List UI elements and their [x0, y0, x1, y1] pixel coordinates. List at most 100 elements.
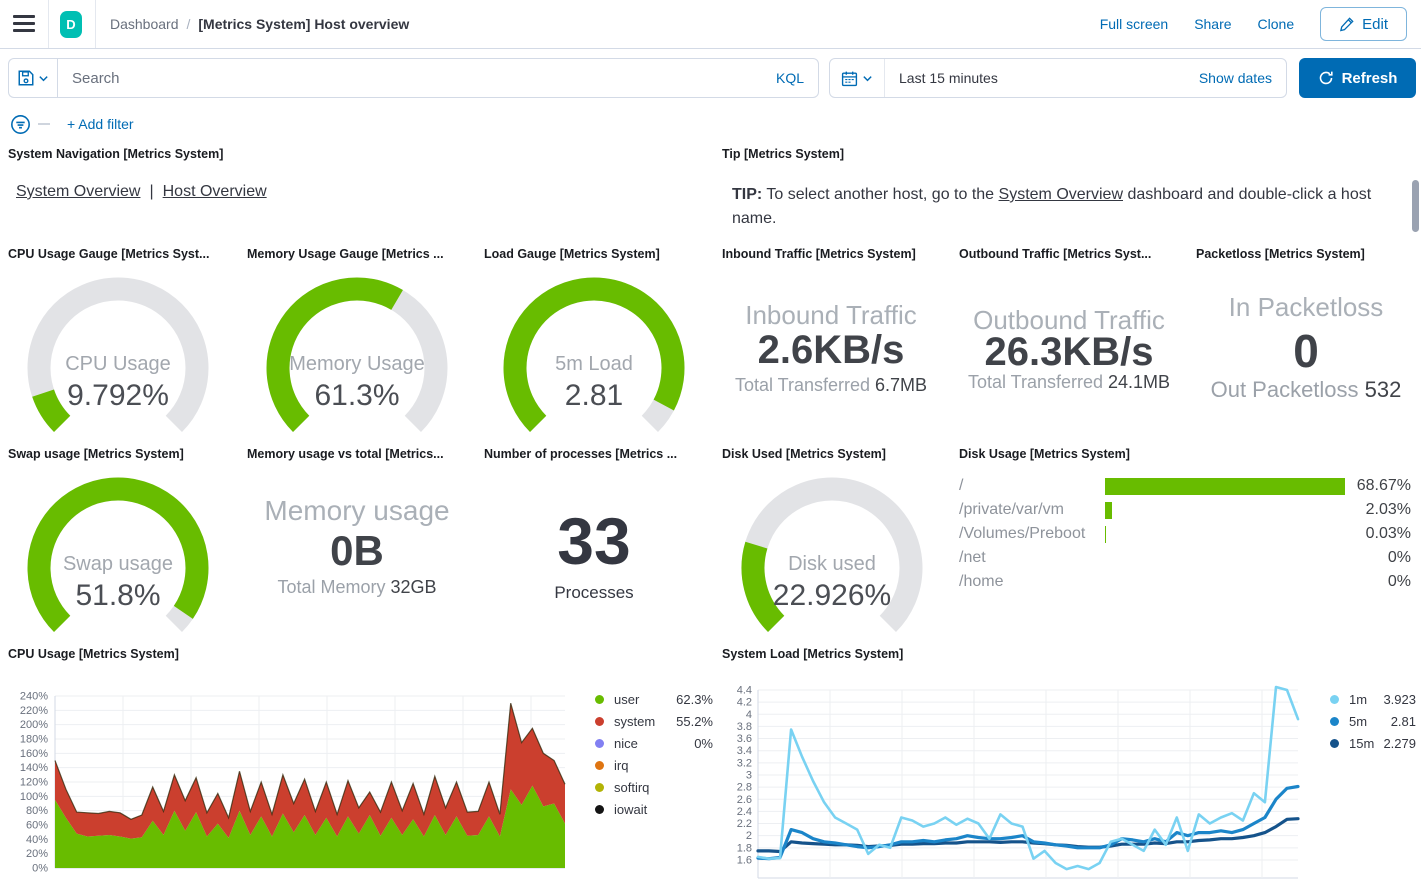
disk-bar-area: [1105, 478, 1345, 495]
packetloss-value: 0: [1191, 324, 1421, 378]
cpu-chart-legend: user 62.3% system 55.2% nice 0% irq soft…: [595, 688, 713, 820]
disk-usage-row: /net 0%: [959, 546, 1411, 570]
legend-name: 1m: [1349, 692, 1383, 707]
filter-icon[interactable]: [10, 114, 31, 135]
panel-title-inbound: Inbound Traffic [Metrics System]: [722, 247, 916, 261]
legend-dot: [595, 805, 604, 814]
legend-item-1m[interactable]: 1m 3.923: [1330, 688, 1416, 710]
disk-used-value: 22.926%: [722, 579, 942, 613]
legend-item-5m[interactable]: 5m 2.81: [1330, 710, 1416, 732]
legend-item-irq[interactable]: irq: [595, 754, 713, 776]
legend-dot: [1330, 695, 1339, 704]
disk-value: 0.03%: [1345, 525, 1411, 543]
legend-name: iowait: [614, 802, 713, 817]
svg-text:4: 4: [746, 709, 752, 721]
disk-usage-row: /Volumes/Preboot 0.03%: [959, 522, 1411, 546]
disk-bar: [1105, 526, 1106, 543]
disk-usage-list: / 68.67%/private/var/vm 2.03%/Volumes/Pr…: [959, 474, 1411, 594]
share-button[interactable]: Share: [1194, 16, 1231, 32]
disk-bar: [1105, 478, 1345, 495]
disk-mount-label: /Volumes/Preboot: [959, 525, 1105, 543]
disk-mount-label: /: [959, 477, 1105, 495]
svg-text:3.2: 3.2: [737, 757, 752, 769]
cpu-gauge-label: CPU Usage: [8, 353, 228, 376]
disk-bar-area: [1105, 574, 1345, 591]
svg-text:3.8: 3.8: [737, 721, 752, 733]
disk-used-gauge: Disk used 22.926%: [722, 472, 942, 642]
refresh-button-label: Refresh: [1342, 70, 1398, 87]
search-input[interactable]: [58, 70, 762, 87]
save-icon: [17, 69, 35, 87]
chevron-down-icon: [38, 73, 49, 84]
scrollbar-thumb[interactable]: [1412, 180, 1419, 232]
svg-text:0%: 0%: [32, 863, 48, 875]
packetloss-sub: Out Packetloss 532: [1176, 377, 1421, 403]
cpu-usage-chart: 0%20%40%60%80%100%120%140%160%180%200%22…: [14, 686, 574, 884]
legend-item-15m[interactable]: 15m 2.279: [1330, 732, 1416, 754]
svg-text:40%: 40%: [26, 834, 48, 846]
search-box: KQL: [57, 58, 819, 98]
legend-item-system[interactable]: system 55.2%: [595, 710, 713, 732]
refresh-button[interactable]: Refresh: [1299, 58, 1416, 98]
panel-title-tip: Tip [Metrics System]: [722, 147, 844, 161]
date-quick-menu-button[interactable]: [830, 59, 885, 97]
disk-mount-label: /private/var/vm: [959, 501, 1105, 519]
kibana-dashboard-page: D Dashboard / [Metrics System] Host over…: [0, 0, 1421, 886]
refresh-icon: [1318, 70, 1334, 86]
memory-usage-label: Memory usage: [242, 495, 472, 527]
panel-title-swap: Swap usage [Metrics System]: [8, 447, 184, 461]
legend-value: 2.279: [1383, 736, 1416, 751]
legend-value: 3.923: [1383, 692, 1416, 707]
clone-button[interactable]: Clone: [1258, 16, 1295, 32]
inbound-sub: Total Transferred 6.7MB: [701, 375, 961, 396]
svg-text:180%: 180%: [20, 734, 48, 746]
legend-value: 0%: [694, 736, 713, 751]
edit-button-label: Edit: [1362, 16, 1388, 33]
header-divider: [48, 0, 49, 48]
svg-text:3: 3: [746, 769, 752, 781]
tip-before: To select another host, go to the: [762, 186, 998, 203]
cpu-gauge-value: 9.792%: [8, 379, 228, 413]
legend-item-softirq[interactable]: softirq: [595, 776, 713, 798]
disk-bar-area: [1105, 550, 1345, 567]
disk-value: 68.67%: [1345, 477, 1411, 495]
legend-value: 62.3%: [676, 692, 713, 707]
legend-item-iowait[interactable]: iowait: [595, 798, 713, 820]
add-filter-button[interactable]: + Add filter: [67, 116, 134, 132]
link-host-overview[interactable]: Host Overview: [163, 183, 267, 200]
legend-name: softirq: [614, 780, 713, 795]
memory-usage-sub: Total Memory 32GB: [227, 577, 487, 598]
kql-toggle[interactable]: KQL: [762, 70, 818, 86]
legend-dot: [595, 761, 604, 770]
memory-usage-gauge: Memory Usage 61.3%: [247, 272, 467, 442]
legend-item-nice[interactable]: nice 0%: [595, 732, 713, 754]
panel-title-load-chart: System Load [Metrics System]: [722, 647, 903, 661]
saved-query-menu-button[interactable]: [8, 58, 57, 98]
panel-title-disk-usage: Disk Usage [Metrics System]: [959, 447, 1130, 461]
space-avatar[interactable]: D: [60, 11, 82, 38]
panel-title-cpu-chart: CPU Usage [Metrics System]: [8, 647, 179, 661]
edit-button[interactable]: Edit: [1320, 7, 1407, 41]
tip-text: TIP: To select another host, go to the S…: [732, 183, 1400, 231]
svg-text:2.4: 2.4: [737, 806, 752, 818]
breadcrumb: Dashboard / [Metrics System] Host overvi…: [110, 0, 409, 48]
tip-link-system-overview[interactable]: System Overview: [999, 186, 1123, 203]
show-dates-button[interactable]: Show dates: [1185, 70, 1286, 86]
time-range-value[interactable]: Last 15 minutes: [885, 70, 1185, 86]
swap-gauge-value: 51.8%: [8, 579, 228, 613]
load-gauge-label: 5m Load: [484, 353, 704, 376]
menu-icon[interactable]: [13, 15, 35, 32]
panel-title-system-navigation: System Navigation [Metrics System]: [8, 147, 223, 161]
legend-name: system: [614, 714, 676, 729]
panel-title-memory-vs-total: Memory usage vs total [Metrics...: [247, 447, 444, 461]
full-screen-button[interactable]: Full screen: [1100, 16, 1168, 32]
link-system-overview[interactable]: System Overview: [16, 183, 140, 200]
date-picker: Last 15 minutes Show dates: [829, 58, 1287, 98]
link-separator: |: [149, 183, 153, 200]
disk-usage-row: /home 0%: [959, 570, 1411, 594]
legend-item-user[interactable]: user 62.3%: [595, 688, 713, 710]
load-gauge: 5m Load 2.81: [484, 272, 704, 442]
breadcrumb-dashboard[interactable]: Dashboard: [110, 16, 179, 32]
pencil-icon: [1339, 17, 1354, 32]
disk-value: 0%: [1345, 549, 1411, 567]
